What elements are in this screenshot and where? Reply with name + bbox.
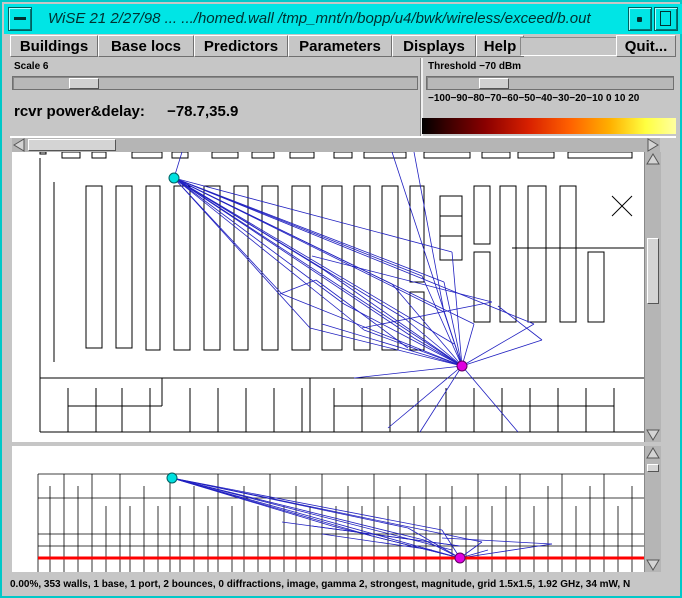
elevation-vscroll-thumb[interactable] [647, 464, 659, 472]
floor-plan [39, 152, 644, 433]
elevation-plot [37, 472, 644, 572]
scale-slider[interactable] [12, 76, 418, 90]
plan-vscroll-thumb[interactable] [647, 238, 659, 304]
scroll-up-icon[interactable] [646, 153, 660, 165]
threshold-label: Threshold −70 dBm [428, 61, 522, 72]
menu-displays[interactable]: Displays [392, 35, 476, 57]
threshold-slider-thumb[interactable] [479, 78, 509, 89]
plan-view-canvas[interactable] [12, 152, 644, 442]
threshold-color-bar [422, 118, 676, 134]
quit-button[interactable]: Quit... [616, 35, 676, 57]
minimize-icon [637, 17, 642, 22]
window-menu-button[interactable] [8, 7, 32, 31]
plan-vertical-scrollbar[interactable] [644, 152, 661, 442]
title-bar[interactable]: WiSE 21 2/27/98 ... .../homed.wall /tmp_… [4, 4, 682, 34]
menu-bar: Buildings Base locs Predictors Parameter… [10, 34, 676, 58]
elevation-scroll-up-icon[interactable] [646, 447, 660, 459]
maximize-button[interactable] [654, 7, 678, 31]
threshold-scale-ticks: −100−90−80−70−60−50−40−30−20−10 0 10 20 [428, 93, 640, 104]
scale-slider-thumb[interactable] [69, 78, 99, 89]
scroll-left-icon[interactable] [13, 138, 25, 152]
readout-value: −78.7,35.9 [167, 103, 239, 120]
menu-buildings[interactable]: Buildings [10, 35, 98, 57]
scroll-right-icon[interactable] [647, 138, 659, 152]
maximize-icon [660, 11, 671, 26]
menu-parameters[interactable]: Parameters [288, 35, 392, 57]
readout-label: rcvr power&delay: [14, 103, 145, 120]
elevation-view-canvas[interactable] [12, 446, 644, 572]
menu-help[interactable]: Help [476, 35, 524, 57]
wise-window: WiSE 21 2/27/98 ... .../homed.wall /tmp_… [0, 0, 682, 598]
minimize-button[interactable] [628, 7, 652, 31]
threshold-slider[interactable] [426, 76, 674, 90]
elevation-receiver-marker[interactable] [454, 552, 466, 564]
elevation-vertical-scrollbar[interactable] [644, 446, 661, 572]
elevation-transmitter-marker[interactable] [166, 472, 178, 484]
transmitter-marker[interactable] [168, 172, 180, 184]
menu-predictors[interactable]: Predictors [194, 35, 288, 57]
receiver-readout: rcvr power&delay: −78.7,35.9 [14, 103, 238, 120]
window-menu-icon [14, 17, 26, 20]
menu-spacer-field [520, 37, 618, 56]
scale-label: Scale 6 [14, 61, 49, 72]
propagation-rays [173, 152, 543, 433]
receiver-marker[interactable] [456, 360, 468, 372]
status-bar: 0.00%, 353 walls, 1 base, 1 port, 2 boun… [10, 576, 676, 594]
elevation-scroll-down-icon[interactable] [646, 559, 660, 571]
window-title: WiSE 21 2/27/98 ... .../homed.wall /tmp_… [48, 10, 591, 27]
plan-horizontal-scrollbar[interactable] [12, 138, 660, 152]
menu-base-locs[interactable]: Base locs [98, 35, 194, 57]
plan-hscroll-thumb[interactable] [28, 139, 116, 151]
scroll-down-icon[interactable] [646, 429, 660, 441]
building-walls [39, 152, 644, 433]
